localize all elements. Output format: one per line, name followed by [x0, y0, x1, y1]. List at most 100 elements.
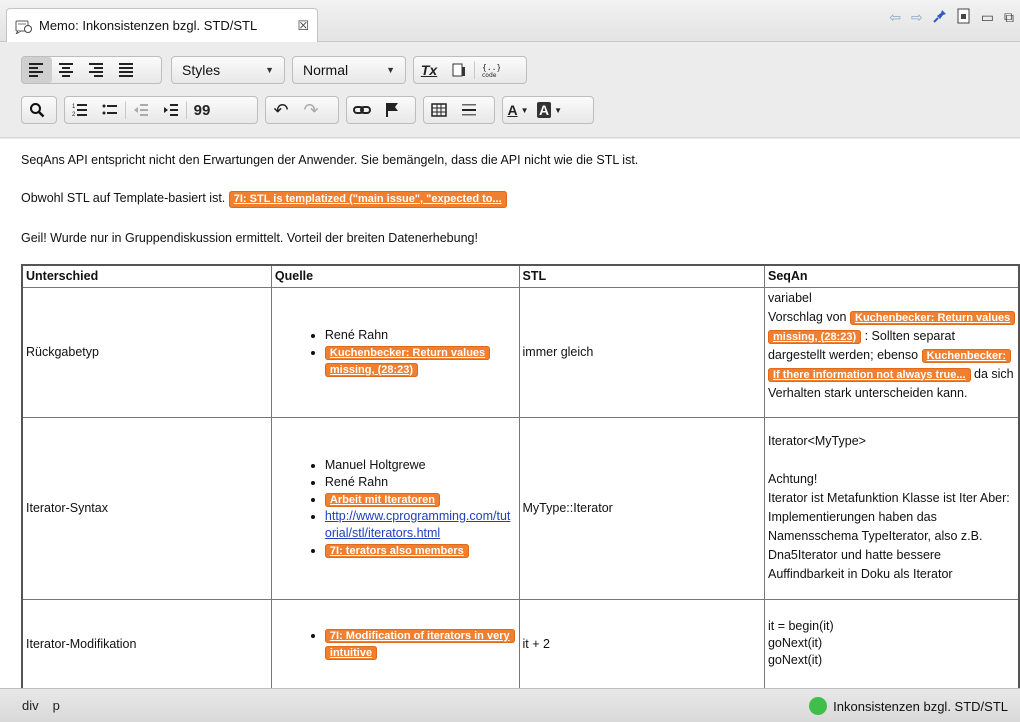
back-arrow-icon[interactable]: ⇦ [889, 9, 901, 26]
table-row: Iterator-Syntax Manuel Holtgrewe René Ra… [21, 416, 1020, 600]
anchor-button[interactable] [377, 97, 407, 123]
redo-button[interactable]: ↷ [296, 97, 326, 123]
minimize-icon[interactable]: ▭ [981, 9, 994, 26]
quelle-cell: René Rahn Kuchenbecker: Return values mi… [270, 286, 520, 418]
column-header: Quelle [270, 264, 520, 288]
document-icon[interactable] [957, 8, 971, 27]
bulleted-list-icon [102, 104, 117, 115]
align-left-icon [29, 61, 45, 79]
quelle-cell: Manuel Holtgrewe René Rahn Arbeit mit It… [270, 416, 520, 600]
paste-text-icon [452, 63, 465, 77]
blockquote-button[interactable]: 99 [187, 97, 217, 123]
list-item: 7I: terators also members [324, 542, 516, 559]
link-icon [353, 106, 371, 114]
paragraph-2: Obwohl STL auf Template-basiert ist. 7I:… [21, 191, 507, 208]
table-group [423, 96, 495, 124]
undo-icon: ↶ [273, 99, 289, 120]
code-status: Inkonsistenzen bzgl. STD/STL [809, 697, 1008, 715]
code-tag[interactable]: Arbeit mit Iteratoren [324, 493, 441, 507]
forward-arrow-icon[interactable]: ⇨ [911, 9, 923, 26]
styles-dropdown-value: Styles [182, 62, 221, 78]
paragraph-2-text: Obwohl STL auf Template-basiert ist. [21, 191, 226, 205]
status-label: Inkonsistenzen bzgl. STD/STL [833, 698, 1008, 714]
seqan-text: Achtung! [767, 472, 818, 486]
redo-icon: ↷ [303, 99, 319, 120]
source-code-button[interactable]: {..} code [475, 57, 505, 83]
search-button[interactable] [22, 97, 52, 123]
list-item: René Rahn [325, 327, 516, 344]
outdent-button[interactable] [126, 97, 156, 123]
remove-format-button[interactable]: Tx [414, 57, 444, 83]
format-tools-group: Tx {..} code [413, 56, 527, 84]
numbered-list-button[interactable]: 12 [65, 97, 95, 123]
paragraph-1: SeqAns API entspricht nicht den Erwartun… [21, 153, 639, 167]
element-path: div p [22, 698, 60, 713]
status-indicator-icon [809, 697, 828, 715]
stl-cell: MyType::Iterator [518, 416, 765, 600]
search-icon [30, 103, 45, 118]
seqan-text: Iterator ist Metafunktion Klasse ist Ite… [767, 491, 1010, 581]
align-center-button[interactable] [52, 57, 82, 83]
align-justify-button[interactable] [112, 57, 142, 83]
table-row: Rückgabetyp René Rahn Kuchenbecker: Retu… [21, 286, 1020, 418]
memo-tab[interactable]: Memo: Inkonsistenzen bzgl. STD/STL ☒ [6, 8, 318, 42]
align-right-button[interactable] [82, 57, 112, 83]
stl-cell: immer gleich [518, 286, 765, 418]
list-item: Kuchenbecker: Return values missing, (28… [324, 344, 516, 378]
styles-dropdown[interactable]: Styles ▼ [171, 56, 285, 84]
seqan-text: it = begin(it) [767, 619, 834, 634]
unterschied-cell: Rückgabetyp [21, 286, 272, 418]
path-element[interactable]: p [53, 698, 60, 713]
table-header-row: Unterschied Quelle STL SeqAn [21, 264, 1020, 288]
tab-title: Memo: Inkonsistenzen bzgl. STD/STL [39, 18, 258, 33]
align-justify-icon [119, 61, 135, 79]
list-item: 7I: Modification of iterators in very in… [324, 627, 516, 661]
blockquote-icon: 99 [193, 101, 211, 119]
table-row: Iterator-Modifikation 7I: Modification o… [21, 598, 1020, 688]
outdent-icon [134, 104, 148, 116]
seqan-cell: variabel Vorschlag von Kuchenbecker: Ret… [763, 286, 1020, 418]
code-tag[interactable]: 7I: STL is templatized ("main issue", "e… [228, 191, 507, 208]
seqan-text: Vorschlag von [767, 309, 847, 324]
bulleted-list-button[interactable] [95, 97, 125, 123]
link-button[interactable] [347, 97, 377, 123]
code-tag[interactable]: 7I: Modification of iterators in very in… [324, 628, 515, 660]
format-dropdown[interactable]: Normal ▼ [292, 56, 406, 84]
paste-text-button[interactable] [444, 57, 474, 83]
indent-button[interactable] [156, 97, 186, 123]
svg-text:1: 1 [72, 104, 76, 110]
memo-editor-content[interactable]: SeqAns API entspricht nicht den Erwartun… [0, 139, 1020, 688]
insert-table-button[interactable] [424, 97, 454, 123]
background-color-icon: A [537, 102, 552, 118]
svg-text:{..}: {..} [482, 63, 500, 72]
text-color-button[interactable]: A ▼ [503, 97, 533, 123]
numbered-list-icon: 12 [72, 104, 87, 118]
align-left-button[interactable] [22, 57, 52, 83]
restore-icon[interactable]: ⧉ [1004, 9, 1014, 26]
horizontal-rule-button[interactable] [454, 97, 484, 123]
close-icon[interactable]: ☒ [297, 18, 309, 34]
background-color-button[interactable]: A ▼ [533, 97, 566, 123]
view-actions: ⇦ ⇨ ▭ ⧉ [889, 8, 1014, 27]
column-header: SeqAn [763, 264, 1020, 288]
align-right-icon [89, 61, 105, 79]
code-icon: {..}code [482, 63, 500, 78]
seqan-cell: Iterator<MyType> Achtung! Iterator ist M… [763, 416, 1020, 600]
link-group [346, 96, 416, 124]
remove-format-icon: Tx [420, 62, 438, 78]
chevron-down-icon: ▼ [386, 65, 395, 75]
seqan-text: variabel [767, 290, 812, 305]
code-tag[interactable]: Kuchenbecker: Return values missing, (28… [324, 345, 491, 377]
path-element[interactable]: div [22, 698, 39, 713]
list-indent-group: 12 99 [64, 96, 258, 124]
flag-icon [386, 103, 398, 117]
undo-button[interactable]: ↶ [266, 97, 296, 123]
reference-link[interactable]: http://www.cprogramming.com/tutorial/stl… [325, 509, 510, 540]
horizontal-rule-icon [462, 104, 476, 116]
code-tag[interactable]: 7I: terators also members [324, 544, 469, 558]
pin-icon[interactable] [933, 9, 947, 26]
chevron-down-icon: ▼ [554, 105, 563, 115]
seqan-cell: it = begin(it) goNext(it) goNext(it) [763, 598, 1020, 688]
list-item: Manuel Holtgrewe [325, 457, 516, 474]
chevron-down-icon: ▼ [520, 105, 529, 115]
